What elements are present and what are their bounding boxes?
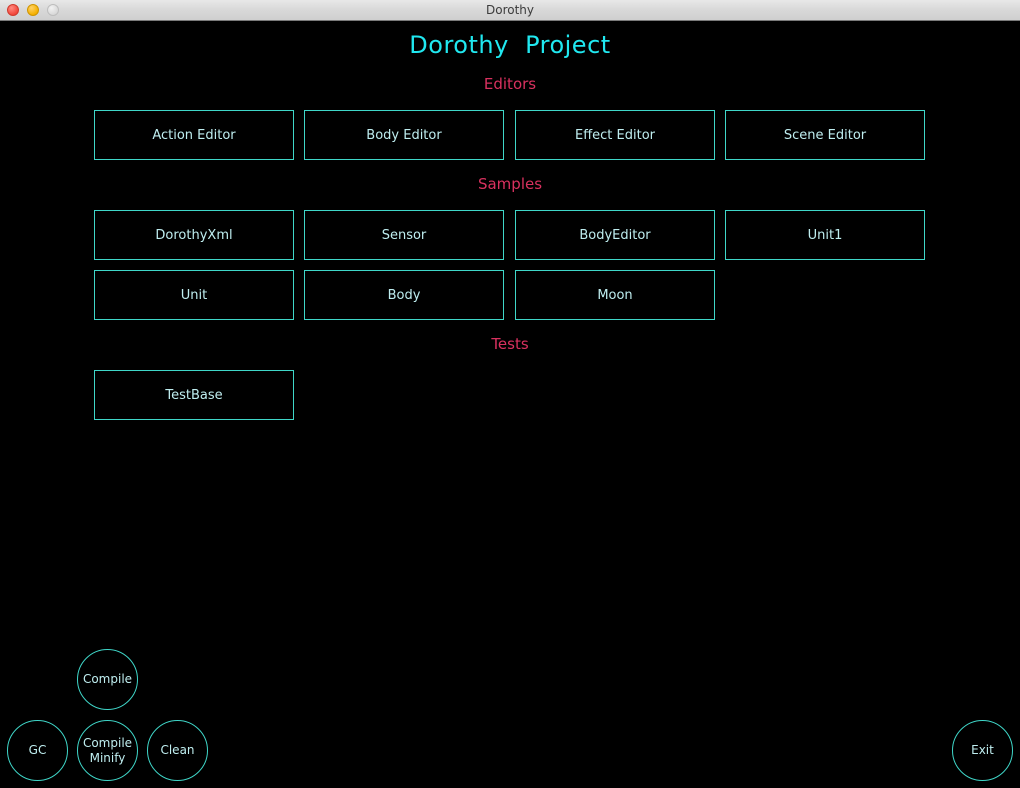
button-sensor[interactable]: Sensor bbox=[304, 210, 504, 260]
button-unit[interactable]: Unit bbox=[94, 270, 294, 320]
button-testbase[interactable]: TestBase bbox=[94, 370, 294, 420]
button-dorothyxml[interactable]: DorothyXml bbox=[94, 210, 294, 260]
button-exit[interactable]: Exit bbox=[952, 720, 1013, 781]
button-action-editor[interactable]: Action Editor bbox=[94, 110, 294, 160]
button-bodyeditor[interactable]: BodyEditor bbox=[515, 210, 715, 260]
button-unit1[interactable]: Unit1 bbox=[725, 210, 925, 260]
app-canvas: Dorothy Project Editors Action Editor Bo… bbox=[0, 21, 1020, 788]
window-titlebar: Dorothy bbox=[0, 0, 1020, 21]
button-clean[interactable]: Clean bbox=[147, 720, 208, 781]
section-label-tests: Tests bbox=[491, 335, 529, 353]
page-title: Dorothy Project bbox=[409, 31, 611, 59]
button-compile-minify[interactable]: Compile Minify bbox=[77, 720, 138, 781]
button-body[interactable]: Body bbox=[304, 270, 504, 320]
button-effect-editor[interactable]: Effect Editor bbox=[515, 110, 715, 160]
button-gc[interactable]: GC bbox=[7, 720, 68, 781]
button-compile[interactable]: Compile bbox=[77, 649, 138, 710]
section-label-samples: Samples bbox=[477, 175, 543, 193]
window-title: Dorothy bbox=[485, 3, 534, 17]
button-body-editor[interactable]: Body Editor bbox=[304, 110, 504, 160]
button-scene-editor[interactable]: Scene Editor bbox=[725, 110, 925, 160]
section-label-editors: Editors bbox=[483, 75, 537, 93]
button-moon[interactable]: Moon bbox=[515, 270, 715, 320]
